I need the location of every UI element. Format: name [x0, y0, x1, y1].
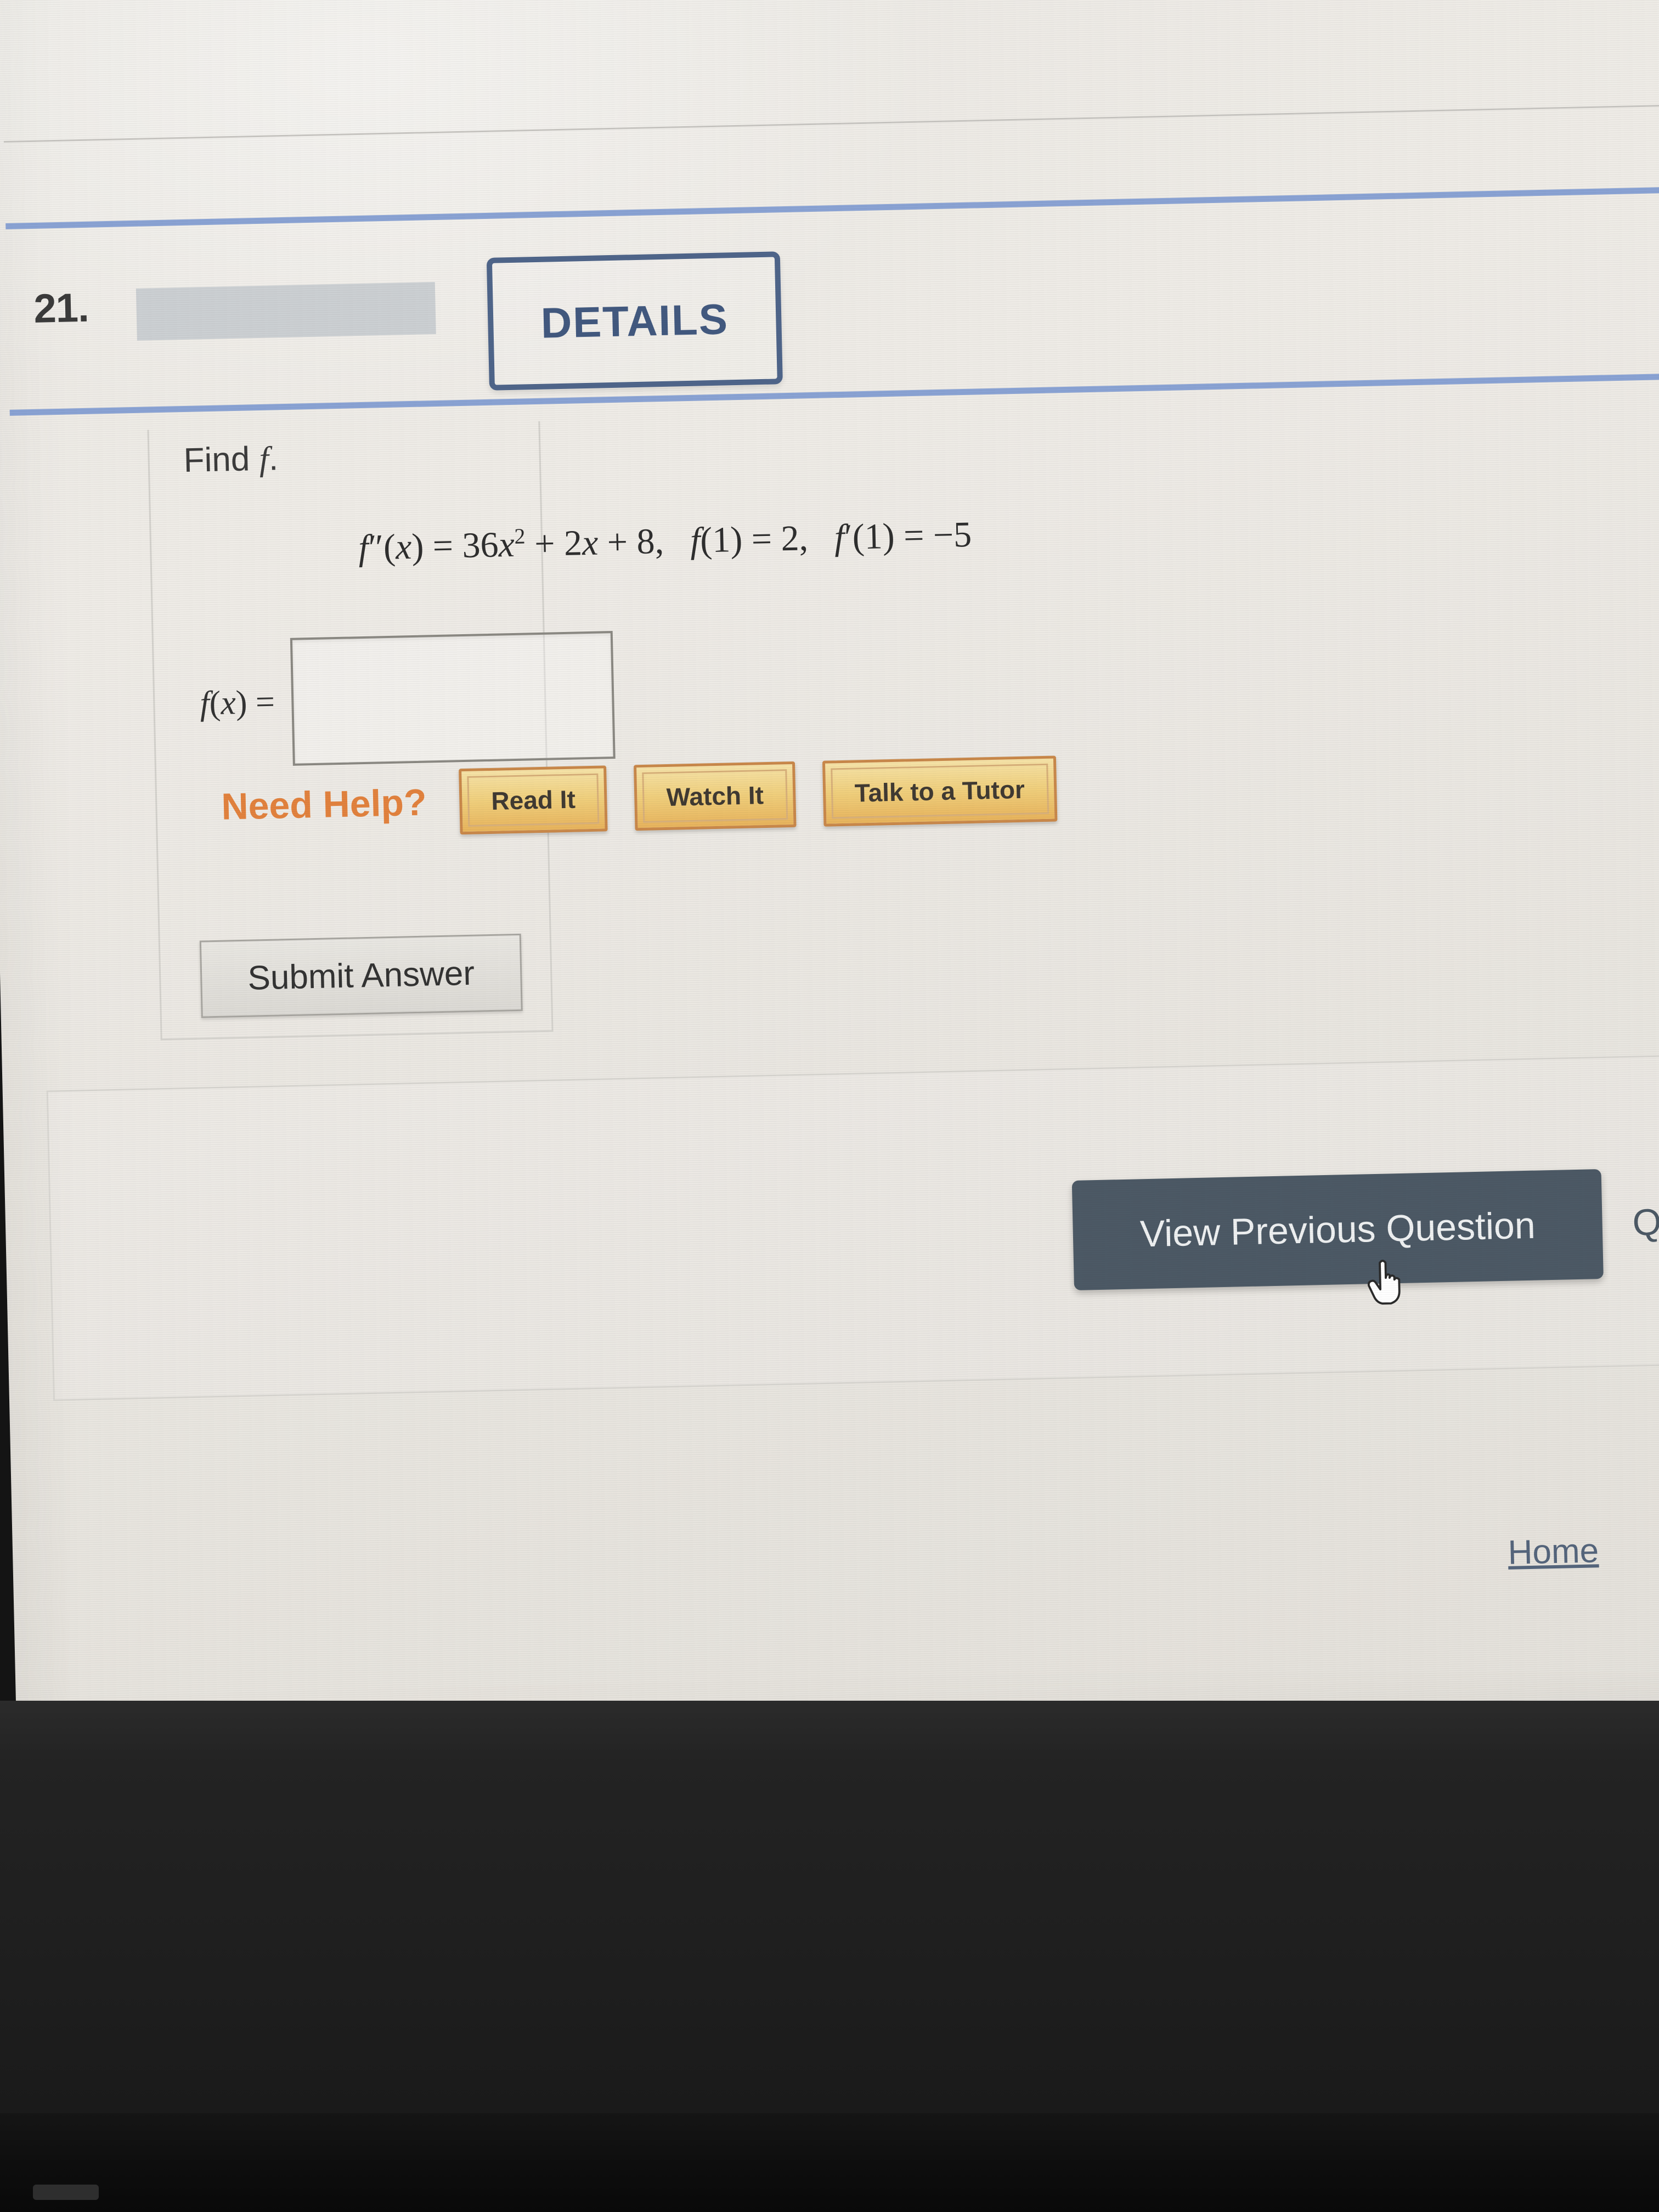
- next-question-button-truncated[interactable]: Q: [1632, 1201, 1659, 1244]
- view-previous-question-button[interactable]: View Previous Question: [1071, 1169, 1604, 1290]
- laptop-bottom-bezel: [0, 2113, 1659, 2212]
- submit-answer-label: Submit Answer: [247, 954, 475, 997]
- question-top-blue-rule: [5, 185, 1659, 230]
- watch-it-label: Watch It: [642, 769, 788, 823]
- pointer-hand-cursor: [1367, 1260, 1401, 1305]
- question-number: 21.: [33, 284, 89, 331]
- view-previous-question-label: View Previous Question: [1139, 1204, 1536, 1255]
- browser-page: 21. DETAILS Find f. f″(x) = 36x2 + 2x + …: [0, 0, 1659, 1767]
- laptop-hinge: [33, 2185, 99, 2200]
- details-button[interactable]: DETAILS: [486, 251, 783, 391]
- question-header: 21. DETAILS: [7, 232, 1659, 394]
- talk-to-tutor-label: Talk to a Tutor: [830, 763, 1049, 819]
- answer-row: f(x) =: [199, 631, 616, 768]
- top-divider-rule: [3, 103, 1659, 143]
- redacted-score-field: [136, 281, 436, 341]
- talk-to-tutor-button[interactable]: Talk to a Tutor: [822, 755, 1058, 827]
- read-it-button[interactable]: Read It: [459, 765, 608, 835]
- submit-answer-button[interactable]: Submit Answer: [199, 933, 523, 1018]
- answer-label: f(x) =: [199, 683, 275, 723]
- macos-dock-bar: Copyright © 2020 C: [0, 1701, 1659, 2212]
- home-link[interactable]: Home: [1508, 1531, 1599, 1572]
- question-prompt: Find f.: [183, 439, 279, 480]
- details-button-label: DETAILS: [540, 294, 729, 347]
- need-help-row: Need Help? Read It Watch It Talk to a Tu…: [221, 755, 1085, 839]
- laptop-screen-photo: 21. DETAILS Find f. f″(x) = 36x2 + 2x + …: [0, 0, 1659, 2212]
- read-it-label: Read It: [467, 773, 600, 827]
- answer-input[interactable]: [290, 631, 616, 766]
- question-equation: f″(x) = 36x2 + 2x + 8, f(1) = 2, f′(1) = −…: [358, 514, 972, 568]
- watch-it-button[interactable]: Watch It: [634, 761, 797, 831]
- need-help-label: Need Help?: [221, 781, 427, 828]
